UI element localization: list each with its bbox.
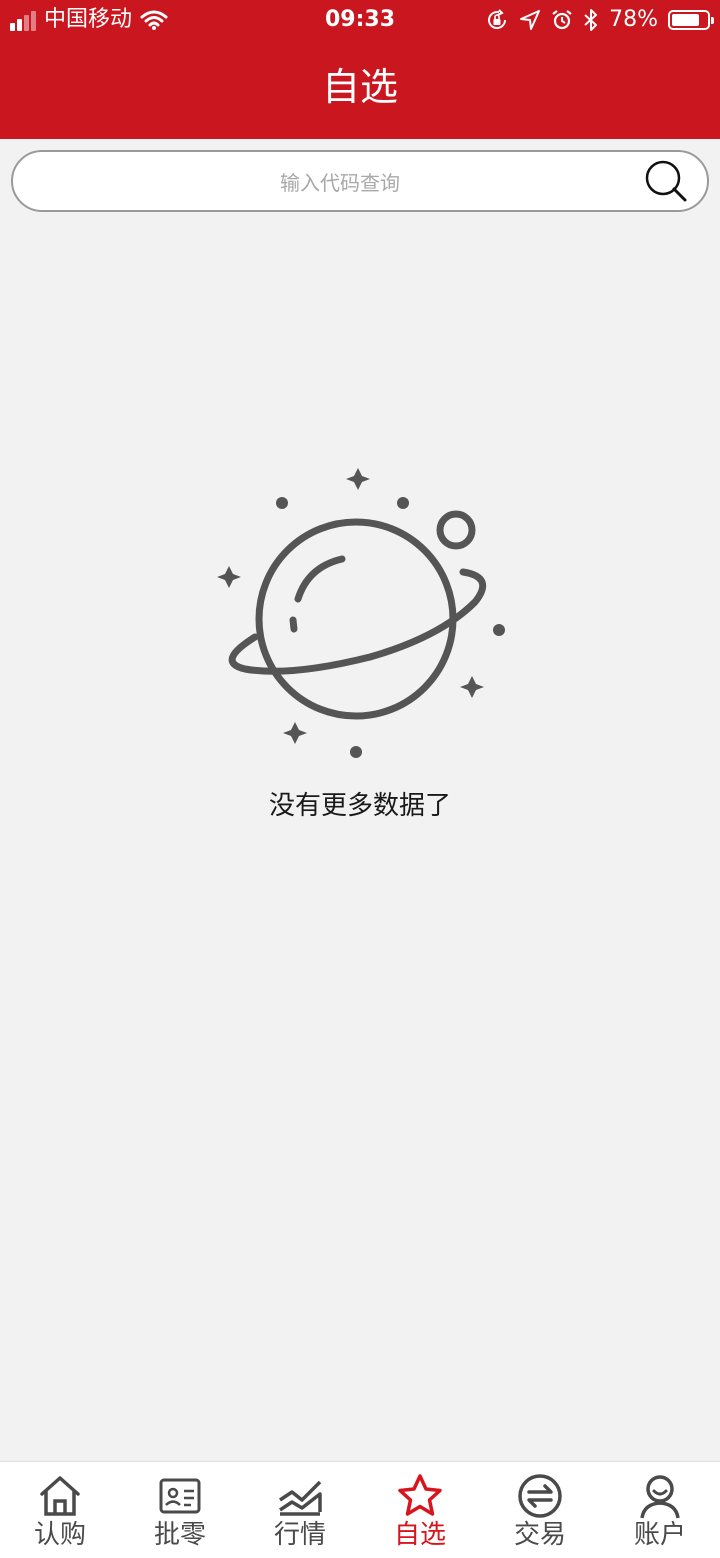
planet-body bbox=[255, 518, 457, 720]
empty-message: 没有更多数据了 bbox=[268, 791, 451, 821]
search-icon[interactable] bbox=[643, 158, 691, 206]
tab-label: 账户 bbox=[633, 1520, 686, 1550]
battery-fill bbox=[672, 14, 699, 26]
top-bar: 中国移动 09:33 78% 自选 bbox=[0, 0, 720, 139]
battery-percent: 78% bbox=[609, 7, 658, 32]
sparkle bbox=[217, 566, 241, 588]
tab-wholesale[interactable]: 批零 bbox=[120, 1462, 240, 1558]
star-dot bbox=[397, 497, 409, 509]
home-icon bbox=[40, 1476, 80, 1516]
tab-trade[interactable]: 交易 bbox=[480, 1462, 600, 1558]
tab-subscribe[interactable]: 认购 bbox=[0, 1462, 120, 1558]
planet-highlight-dot bbox=[289, 616, 298, 633]
chart-icon bbox=[279, 1480, 322, 1516]
tab-favorites[interactable]: 自选 bbox=[360, 1462, 480, 1558]
battery-icon bbox=[668, 10, 714, 30]
tab-account[interactable]: 账户 bbox=[600, 1462, 720, 1558]
search-bar[interactable] bbox=[11, 150, 709, 212]
exchange-icon bbox=[518, 1474, 562, 1518]
star-dot bbox=[493, 624, 505, 636]
bluetooth-icon bbox=[584, 9, 598, 31]
page-title: 自选 bbox=[321, 65, 398, 109]
sparkle bbox=[283, 722, 307, 744]
star-dot bbox=[350, 746, 362, 758]
tab-label: 行情 bbox=[273, 1520, 326, 1550]
search-input[interactable] bbox=[53, 160, 627, 206]
moon bbox=[436, 510, 476, 550]
star-icon bbox=[398, 1474, 442, 1516]
sparkle bbox=[460, 676, 484, 698]
star-dot bbox=[276, 497, 288, 509]
tab-market[interactable]: 行情 bbox=[240, 1462, 360, 1558]
tab-label: 认购 bbox=[33, 1520, 86, 1550]
tab-label: 自选 bbox=[393, 1520, 446, 1550]
bottom-tab-bar: 认购 批零 行情 自选 交易 账户 bbox=[0, 1461, 720, 1558]
tab-label: 交易 bbox=[513, 1520, 566, 1550]
tab-label: 批零 bbox=[153, 1520, 206, 1550]
sparkle bbox=[346, 468, 370, 490]
status-bar: 中国移动 09:33 78% bbox=[0, 0, 720, 40]
user-icon bbox=[640, 1475, 680, 1519]
planet-highlight bbox=[294, 555, 346, 603]
rotation-lock-icon bbox=[488, 9, 507, 29]
id-card-icon bbox=[159, 1478, 201, 1514]
alarm-icon bbox=[552, 10, 572, 30]
status-right: 78% bbox=[485, 6, 714, 34]
location-icon bbox=[520, 10, 541, 30]
empty-planet-illustration bbox=[217, 468, 505, 758]
